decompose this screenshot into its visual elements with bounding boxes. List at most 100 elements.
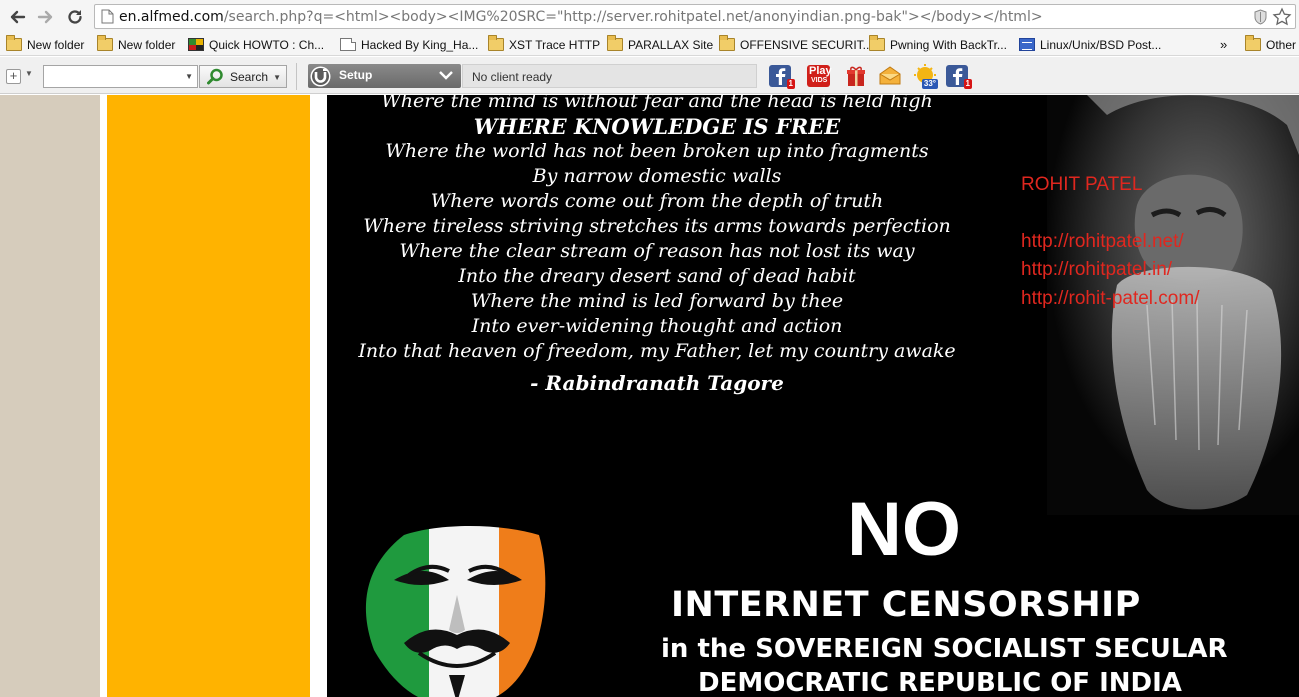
banner-no: NO — [847, 487, 961, 572]
bookmark-item[interactable]: Hacked By King_Ha... — [340, 36, 478, 53]
poem-line: By narrow domestic walls — [532, 165, 782, 187]
search-icon — [207, 68, 223, 85]
shield-icon[interactable] — [1253, 9, 1268, 25]
bookmark-item[interactable]: Pwning With BackTr... — [869, 35, 1007, 53]
page-viewport: Where the mind is without fear and the h… — [0, 95, 1299, 697]
add-button[interactable]: + — [6, 69, 21, 84]
forward-button[interactable] — [35, 6, 57, 28]
other-bookmarks[interactable]: Other — [1245, 35, 1297, 53]
url-text: en.alfmed.com/search.php?q=<html><body><… — [119, 8, 1043, 26]
credit-link: http://rohitpatel.in/ — [1021, 259, 1173, 280]
banner-line-1: INTERNET CENSORSHIP — [671, 585, 1141, 625]
site-icon — [188, 38, 204, 51]
bookmark-item[interactable]: New folder — [6, 35, 84, 53]
poem-block: Where the mind is without fear and the h… — [357, 95, 957, 398]
bookmarks-overflow-button[interactable]: » — [1220, 36, 1227, 53]
credit-block: ROHIT PATEL http://rohitpatel.net/ http:… — [1021, 171, 1199, 313]
gift-box-icon — [847, 66, 865, 86]
credit-link: http://rohitpatel.net/ — [1021, 230, 1184, 252]
notification-badge: 1 — [786, 79, 795, 89]
credit-name: ROHIT PATEL — [1021, 174, 1143, 195]
column-gap — [100, 95, 107, 697]
toolbar-search-input[interactable]: ▼ — [43, 65, 198, 88]
poem-heading: WHERE KNOWLEDGE IS FREE — [473, 114, 841, 139]
doc-icon — [1019, 38, 1035, 51]
banner-line-3: DEMOCRATIC REPUBLIC OF INDIA — [698, 668, 1182, 697]
temperature-badge: 33° — [921, 79, 938, 89]
chevron-double-icon: » — [1220, 37, 1228, 52]
page-icon — [101, 9, 114, 24]
folder-icon — [97, 35, 113, 51]
folder-icon — [1245, 35, 1261, 51]
bookmark-item[interactable]: Linux/Unix/BSD Post... — [1019, 36, 1161, 53]
client-status-field: No client ready — [462, 64, 757, 88]
bookmark-item[interactable]: PARALLAX Site — [607, 35, 714, 53]
poem-line: Into the dreary desert sand of dead habi… — [458, 265, 856, 287]
url-path: /search.php?q=<html><body><IMG%20SRC="ht… — [223, 9, 1043, 25]
bookmark-label: OFFENSIVE SECURIT... — [740, 37, 873, 52]
search-button-label: Search — [230, 69, 269, 84]
bookmark-item[interactable]: New folder — [97, 35, 176, 53]
mail-icon[interactable] — [877, 64, 903, 88]
bookmark-label: PARALLAX Site — [628, 37, 714, 52]
chevron-down-icon — [439, 71, 453, 80]
tricolor-mask-image — [365, 526, 546, 697]
play-vids-subtext: VIDS — [811, 77, 828, 84]
poem-line: Where the mind is without fear and the h… — [381, 95, 933, 112]
url-host: en.alfmed.com — [119, 9, 224, 25]
envelope-icon — [879, 66, 901, 85]
folder-icon — [607, 35, 623, 51]
bookmark-label: Linux/Unix/BSD Post... — [1040, 37, 1162, 52]
browser-nav-bar: en.alfmed.com/search.php?q=<html><body><… — [0, 0, 1299, 33]
toolbar-search-button[interactable]: Search ▼ — [199, 65, 287, 88]
bookmark-label: XST Trace HTTP — [509, 37, 601, 52]
yellow-column — [107, 95, 310, 697]
add-dropdown-caret-icon[interactable]: ▼ — [25, 69, 33, 78]
poem-line: Where the world has not been broken up i… — [385, 140, 929, 162]
column-gap — [310, 95, 327, 697]
poem-author: - Rabindranath Tagore — [530, 371, 784, 395]
poem-line: Into that heaven of freedom, my Father, … — [358, 340, 956, 362]
reload-icon — [68, 10, 82, 24]
search-dropdown-caret-icon[interactable]: ▼ — [185, 72, 193, 81]
notification-badge: 1 — [963, 79, 972, 89]
forward-arrow-icon — [37, 10, 53, 24]
folder-icon — [869, 35, 885, 51]
poem-line: Where the clear stream of reason has not… — [399, 240, 915, 262]
back-button[interactable] — [6, 6, 28, 28]
utorrent-label: Setup — [339, 68, 373, 82]
toolbar-separator — [296, 63, 297, 90]
reload-button[interactable] — [64, 6, 86, 28]
bookmark-item[interactable]: OFFENSIVE SECURIT... — [719, 35, 873, 53]
bookmark-item[interactable]: XST Trace HTTP — [488, 35, 601, 53]
bookmark-label: Quick HOWTO : Ch... — [209, 37, 325, 52]
address-bar[interactable]: en.alfmed.com/search.php?q=<html><body><… — [94, 4, 1296, 29]
page-icon — [340, 38, 356, 51]
bookmark-item[interactable]: Quick HOWTO : Ch... — [188, 36, 324, 53]
other-bookmarks-label: Other — [1266, 37, 1297, 52]
bookmark-label: Hacked By King_Ha... — [361, 37, 479, 52]
bookmark-label: Pwning With BackTr... — [890, 37, 1007, 52]
facebook-icon[interactable]: 1 — [945, 64, 972, 89]
utorrent-setup-button[interactable]: Setup — [308, 64, 461, 88]
utorrent-logo-icon — [310, 66, 331, 87]
defacement-image: Where the mind is without fear and the h… — [327, 95, 1299, 697]
play-vids-icon[interactable]: Play VIDS — [806, 64, 832, 88]
facebook-icon[interactable]: 1 — [768, 64, 795, 89]
play-vids-text: Play — [809, 65, 832, 77]
back-arrow-icon — [10, 10, 26, 24]
folder-icon — [6, 35, 22, 51]
poem-line: Where tireless striving stretches its ar… — [363, 215, 951, 237]
star-icon[interactable] — [1272, 7, 1292, 27]
poem-line: Where words come out from the depth of t… — [430, 190, 884, 212]
bookmark-label: New folder — [118, 37, 176, 52]
left-beige-column — [0, 95, 100, 697]
search-button-caret-icon: ▼ — [273, 73, 281, 82]
banner-line-2: in the SOVEREIGN SOCIALIST SECULAR — [661, 634, 1228, 664]
weather-icon[interactable]: 33° — [912, 64, 938, 89]
poem-line: Where the mind is led forward by thee — [470, 290, 844, 312]
folder-icon — [719, 35, 735, 51]
folder-icon — [488, 35, 504, 51]
bookmarks-bar: New folder New folder Quick HOWTO : Ch..… — [0, 33, 1299, 56]
gift-icon[interactable] — [843, 64, 869, 88]
